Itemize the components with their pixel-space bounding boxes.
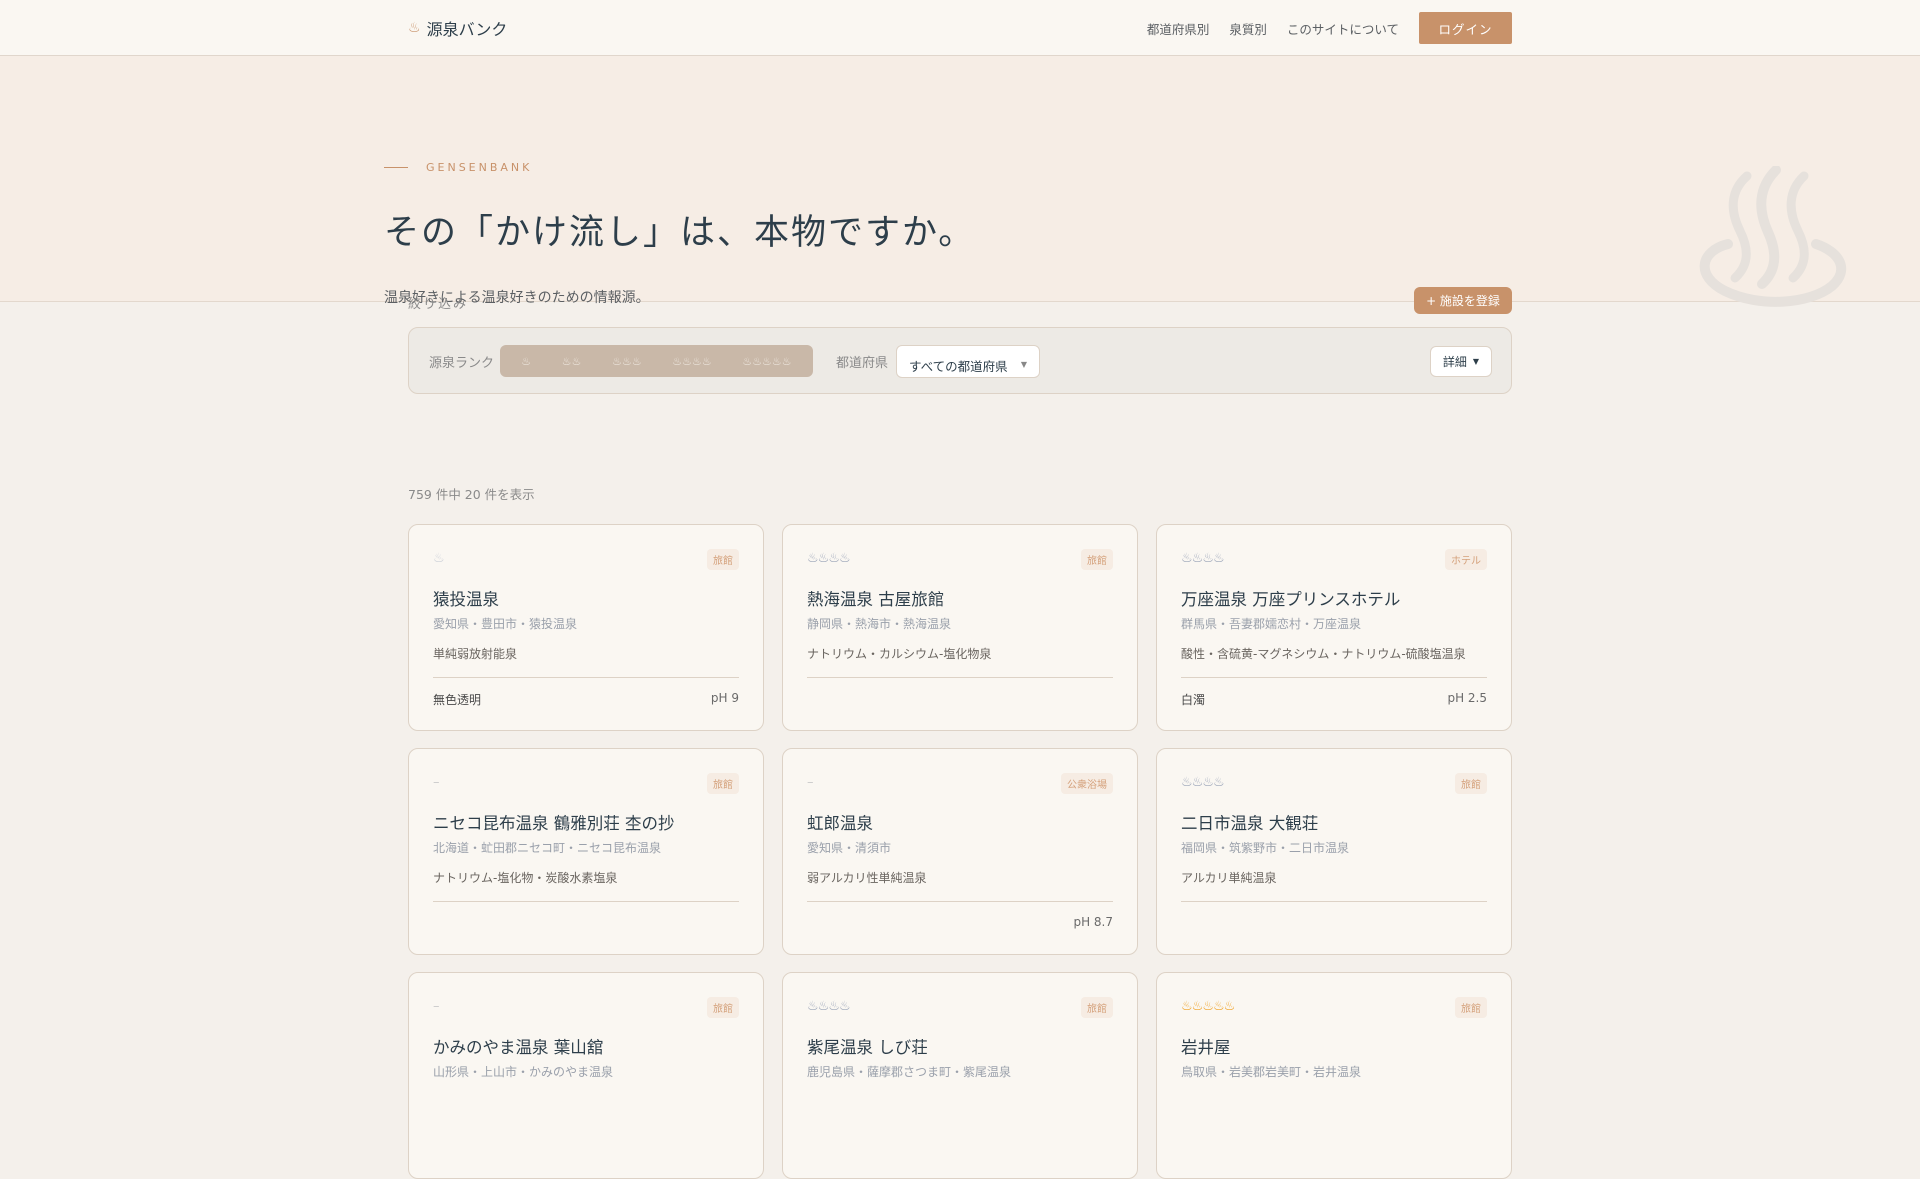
facility-location: 愛知県・豊田市・猿投温泉 (433, 617, 578, 631)
ph-value: pH 8.7 (1073, 915, 1113, 929)
rank-icons: ♨♨♨♨ (807, 999, 851, 1014)
ph-value: pH 9 (710, 691, 739, 705)
facility-card[interactable]: ♨♨♨♨ 旅館 紫尾温泉 しび荘 鹿児島県・薩摩郡さつま町・紫尾温泉 (782, 972, 1138, 1179)
rank-option-1[interactable]: ♨ (521, 355, 531, 368)
detail-button[interactable]: 詳細 ▼ (1430, 346, 1492, 377)
rank-icons: ♨♨♨♨ (1181, 775, 1225, 790)
spring-type: 酸性・含硫黄-マグネシウム・ナトリウム-硫酸塩温泉 (1181, 647, 1466, 661)
rank-option-5[interactable]: ♨♨♨♨♨ (742, 355, 791, 368)
facility-location: 福岡県・筑紫野市・二日市温泉 (1181, 841, 1350, 855)
facility-name[interactable]: 猿投温泉 (433, 586, 499, 610)
rank-icons: ♨ (433, 551, 445, 566)
type-badge: 公衆浴場 (1061, 773, 1113, 794)
add-facility-button[interactable]: + 施設を登録 (1414, 287, 1512, 314)
facility-name[interactable]: 二日市温泉 大観荘 (1181, 810, 1318, 834)
water-color: 無色透明 (433, 693, 482, 707)
type-badge: ホテル (1445, 549, 1487, 570)
type-badge: 旅館 (1081, 549, 1113, 570)
facility-card[interactable]: – 旅館 ニセコ昆布温泉 鶴雅別荘 杢の抄 北海道・虻田郡ニセコ町・ニセコ昆布温… (408, 748, 764, 955)
rank-option-2[interactable]: ♨♨ (562, 355, 582, 368)
detail-label: 詳細 (1442, 355, 1467, 369)
facility-name[interactable]: 岩井屋 (1181, 1034, 1231, 1058)
water-color: 白濁 (1181, 693, 1206, 707)
spring-type: ナトリウム-塩化物・炭酸水素塩泉 (433, 871, 618, 885)
nav-by-spring-type[interactable]: 泉質別 (1229, 19, 1267, 38)
hero-title: その「かけ流し」は、本物ですか。 (384, 213, 976, 253)
rank-icons: ♨♨♨♨ (807, 551, 851, 566)
facility-location: 鳥取県・岩美郡岩美町・岩井温泉 (1181, 1065, 1362, 1079)
facility-card[interactable]: ♨ 旅館 猿投温泉 愛知県・豊田市・猿投温泉 単純弱放射能泉 無色透明 pH 9 (408, 524, 764, 731)
hero: GENSENBANK その「かけ流し」は、本物ですか。 温泉好きによる温泉好きの… (0, 56, 1920, 307)
facility-location: 山形県・上山市・かみのやま温泉 (433, 1065, 614, 1079)
type-badge: 旅館 (1081, 997, 1113, 1018)
spring-type: 単純弱放射能泉 (433, 647, 518, 661)
spring-type: ナトリウム・カルシウム-塩化物泉 (807, 647, 992, 661)
eyebrow-text: GENSENBANK (426, 161, 533, 174)
facility-card[interactable]: ♨♨♨♨ ホテル 万座温泉 万座プリンスホテル 群馬県・吾妻郡嬬恋村・万座温泉酸… (1156, 524, 1512, 731)
chevron-down-icon: ▼ (1020, 360, 1027, 369)
rank-option-4[interactable]: ♨♨♨♨ (672, 355, 711, 368)
filter-panel: 源泉ランク ♨ ♨♨ ♨♨♨ ♨♨♨♨ ♨♨♨♨♨ 都道府県 すべての都道府県 ▼… (408, 327, 1512, 394)
facility-card[interactable]: – 公衆浴場 虹郎温泉 愛知県・清須市弱アルカリ性単純温泉 pH 8.7 (782, 748, 1138, 955)
type-badge: 旅館 (707, 549, 739, 570)
facility-card[interactable]: ♨♨♨♨ 旅館 二日市温泉 大観荘 福岡県・筑紫野市・二日市温泉 アルカリ単純温泉 (1156, 748, 1512, 955)
spring-type: 弱アルカリ性単純温泉 (807, 871, 927, 885)
type-badge: 旅館 (1455, 773, 1487, 794)
facility-location: 鹿児島県・薩摩郡さつま町・紫尾温泉 (807, 1065, 1012, 1079)
spring-type: アルカリ単純温泉 (1181, 871, 1277, 885)
chevron-down-icon: ▼ (1472, 357, 1480, 366)
divider (807, 677, 1113, 678)
rank-icons: ♨♨♨♨♨ (1181, 999, 1235, 1014)
rank-icons: – (433, 775, 439, 790)
logo-text: 源泉バンク (426, 20, 508, 39)
rank-icons: – (433, 999, 439, 1014)
type-badge: 旅館 (707, 997, 739, 1018)
prefecture-label: 都道府県 (836, 356, 889, 371)
facility-card[interactable]: ♨♨♨♨ 旅館 熱海温泉 古屋旅館 静岡県・熱海市・熱海温泉ナトリウム・カルシウ… (782, 524, 1138, 731)
hot-spring-icon: ♨ (408, 20, 421, 36)
facility-card[interactable]: ♨♨♨♨♨ 旅館 岩井屋 鳥取県・岩美郡岩美町・岩井温泉 (1156, 972, 1512, 1179)
facility-name[interactable]: 虹郎温泉 (807, 810, 873, 834)
ph-value: pH 2.5 (1447, 691, 1487, 705)
login-button[interactable]: ログイン (1419, 12, 1512, 44)
divider (1181, 677, 1487, 678)
rank-label: 源泉ランク (429, 356, 495, 371)
main-nav: 都道府県別 泉質別 このサイトについて ログイン (1147, 12, 1512, 44)
type-badge: 旅館 (707, 773, 739, 794)
facility-location: 北海道・虻田郡ニセコ町・ニセコ昆布温泉 (433, 841, 662, 855)
eyebrow-line (384, 167, 408, 168)
site-header: ♨ 源泉バンク 都道府県別 泉質別 このサイトについて ログイン (0, 0, 1920, 56)
nav-about[interactable]: このサイトについて (1287, 19, 1399, 38)
rank-option-3[interactable]: ♨♨♨ (612, 355, 642, 368)
divider (433, 677, 739, 678)
divider (807, 901, 1113, 902)
facility-grid: ♨ 旅館 猿投温泉 愛知県・豊田市・猿投温泉 単純弱放射能泉 無色透明 pH 9 ♨♨♨… (408, 524, 1512, 1179)
prefecture-value: すべての都道府県 (909, 359, 1008, 374)
facility-name[interactable]: かみのやま温泉 葉山舘 (433, 1034, 603, 1058)
facility-name[interactable]: ニセコ昆布温泉 鶴雅別荘 杢の抄 (433, 810, 675, 834)
divider (1181, 901, 1487, 902)
rank-icons: ♨♨♨♨ (1181, 551, 1225, 566)
site-logo[interactable]: ♨ 源泉バンク (408, 16, 507, 40)
rank-icons: – (807, 775, 813, 790)
eyebrow: GENSENBANK (384, 161, 532, 174)
facility-location: 群馬県・吾妻郡嬬恋村・万座温泉 (1181, 617, 1362, 631)
type-badge: 旅館 (1455, 997, 1487, 1018)
rank-selector[interactable]: ♨ ♨♨ ♨♨♨ ♨♨♨♨ ♨♨♨♨♨ (500, 345, 813, 377)
facility-name[interactable]: 万座温泉 万座プリンスホテル (1181, 586, 1400, 610)
facility-name[interactable]: 紫尾温泉 しび荘 (807, 1034, 928, 1058)
facility-card[interactable]: – 旅館 かみのやま温泉 葉山舘 山形県・上山市・かみのやま温泉 (408, 972, 764, 1179)
facility-name[interactable]: 熱海温泉 古屋旅館 (807, 586, 944, 610)
result-count: 759 件中 20 件を表示 (408, 487, 535, 502)
divider (433, 901, 739, 902)
facility-location: 静岡県・熱海市・熱海温泉 (807, 617, 952, 631)
nav-by-prefecture[interactable]: 都道府県別 (1147, 19, 1210, 38)
facility-location: 愛知県・清須市 (807, 841, 892, 855)
prefecture-select[interactable]: すべての都道府県 ▼ (896, 345, 1040, 378)
filter-heading: 絞り込み (408, 297, 469, 312)
